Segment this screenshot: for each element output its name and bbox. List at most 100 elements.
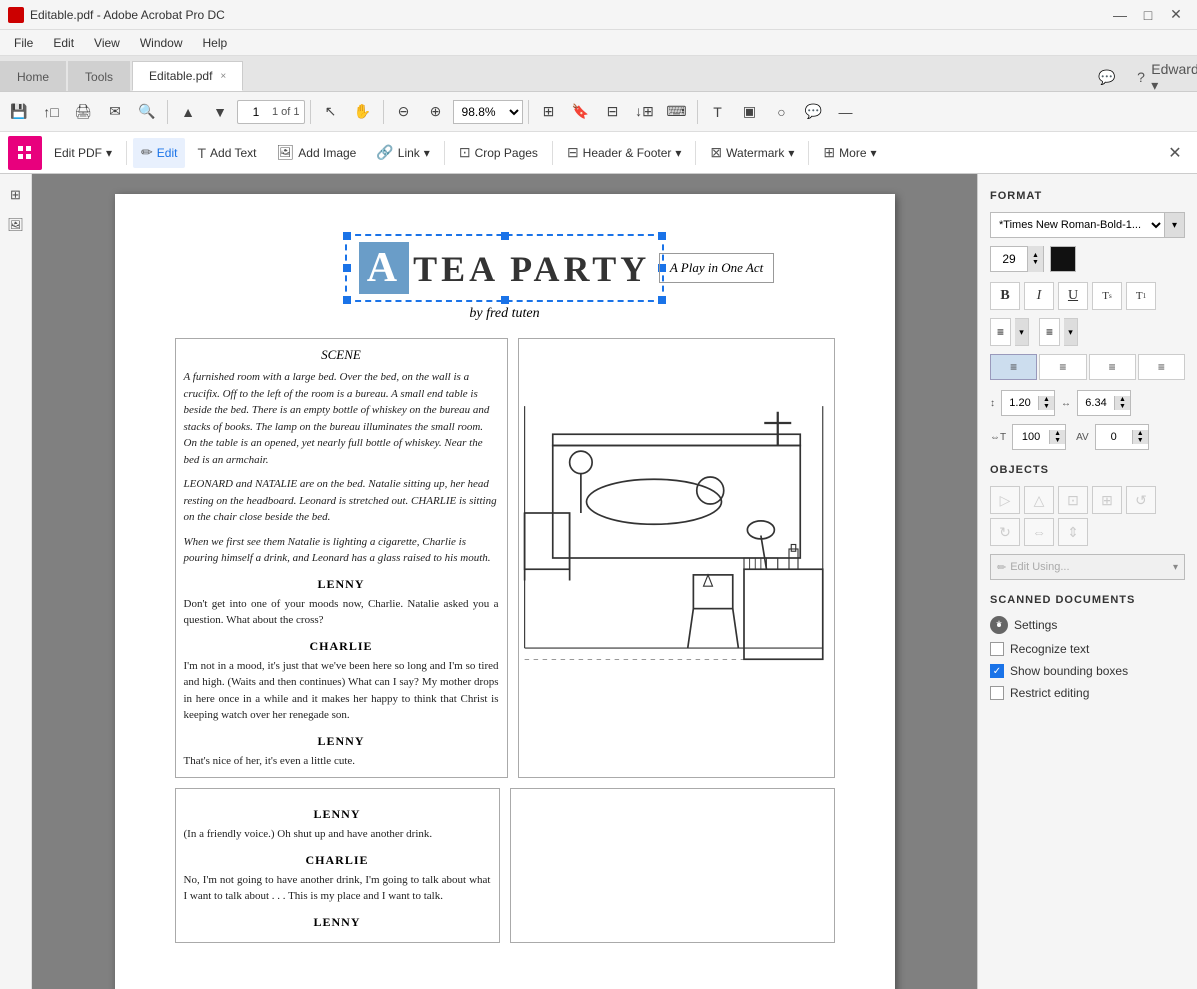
menu-view[interactable]: View bbox=[84, 34, 130, 52]
align-left-button[interactable]: ≡ bbox=[990, 354, 1037, 380]
align-justify-button[interactable]: ≡ bbox=[1138, 354, 1185, 380]
underline-button[interactable]: U bbox=[1058, 282, 1088, 310]
handle-ml[interactable] bbox=[343, 264, 351, 272]
restrict-editing-checkbox[interactable] bbox=[990, 686, 1004, 700]
font-size-field[interactable] bbox=[991, 252, 1027, 266]
edit-pdf-dropdown[interactable]: Edit PDF ▾ bbox=[46, 138, 120, 168]
bold-button[interactable]: B bbox=[990, 282, 1020, 310]
menu-file[interactable]: File bbox=[4, 34, 43, 52]
upload-button[interactable]: ↑□ bbox=[36, 97, 66, 127]
kerning-input[interactable] bbox=[1096, 431, 1132, 443]
pdf-viewer[interactable]: ATEA PARTY A Play in One Act by fred tut… bbox=[32, 174, 977, 989]
color-swatch[interactable] bbox=[1050, 246, 1076, 272]
close-button[interactable]: ✕ bbox=[1163, 4, 1189, 26]
email-button[interactable]: ✉ bbox=[100, 97, 130, 127]
add-text-button[interactable]: T Add Text bbox=[189, 138, 264, 168]
kerning-arrows[interactable]: ▲ ▼ bbox=[1132, 430, 1148, 444]
tab-file[interactable]: Editable.pdf × bbox=[132, 61, 243, 91]
tab-tools[interactable]: Tools bbox=[68, 61, 130, 91]
bullet-list-button[interactable]: ≡ bbox=[990, 318, 1011, 346]
more-button[interactable]: ⊞ More ▾ bbox=[815, 138, 884, 168]
text-tool[interactable]: T bbox=[703, 97, 733, 127]
area-tool[interactable]: ▣ bbox=[735, 97, 765, 127]
edit-panel-toggle[interactable] bbox=[8, 136, 42, 170]
kerning-down[interactable]: ▼ bbox=[1133, 437, 1148, 444]
line-spacing-input[interactable] bbox=[1002, 397, 1038, 409]
numbered-list-button[interactable]: ≡ bbox=[1039, 318, 1060, 346]
handle-tr[interactable] bbox=[658, 232, 666, 240]
prev-page-button[interactable]: ▲ bbox=[173, 97, 203, 127]
panel-toggle-btn[interactable]: ⊞ bbox=[3, 182, 29, 208]
hand-tool[interactable]: ✋ bbox=[348, 97, 378, 127]
search-button[interactable]: 🔍 bbox=[132, 97, 162, 127]
scale-arrows[interactable]: ▲ ▼ bbox=[1049, 430, 1065, 444]
zoom-in-button[interactable]: ⊕ bbox=[421, 97, 451, 127]
char-spacing-arrows[interactable]: ▲ ▼ bbox=[1114, 396, 1130, 410]
select-tool[interactable]: ↖ bbox=[316, 97, 346, 127]
handle-bm[interactable] bbox=[501, 296, 509, 304]
font-size-arrows[interactable]: ▲ ▼ bbox=[1027, 246, 1043, 272]
handle-tm[interactable] bbox=[501, 232, 509, 240]
show-bounding-boxes-checkbox[interactable]: ✓ bbox=[990, 664, 1004, 678]
export-btn[interactable]: ↓⊞ bbox=[630, 97, 660, 127]
thumbnail-btn[interactable]: ⊟ bbox=[598, 97, 628, 127]
line-tool[interactable]: — bbox=[831, 97, 861, 127]
tab-close-icon[interactable]: × bbox=[220, 71, 226, 82]
maximize-button[interactable]: □ bbox=[1135, 4, 1161, 26]
char-spacing-down[interactable]: ▼ bbox=[1115, 403, 1130, 410]
line-spacing-arrows[interactable]: ▲ ▼ bbox=[1038, 396, 1054, 410]
line-spacing-down[interactable]: ▼ bbox=[1039, 403, 1054, 410]
superscript-button[interactable]: Ts bbox=[1092, 282, 1122, 310]
bookmark-btn[interactable]: 🔖 bbox=[566, 97, 596, 127]
fill-sign-btn[interactable]: ⌨ bbox=[662, 97, 692, 127]
settings-row[interactable]: Settings bbox=[990, 616, 1185, 634]
scale-down[interactable]: ▼ bbox=[1050, 437, 1065, 444]
handle-bl[interactable] bbox=[343, 296, 351, 304]
page-number-input[interactable] bbox=[242, 105, 270, 119]
char-spacing-input[interactable] bbox=[1078, 397, 1114, 409]
menu-help[interactable]: Help bbox=[193, 34, 238, 52]
circle-tool[interactable]: ○ bbox=[767, 97, 797, 127]
edit-button[interactable]: ✏ Edit bbox=[133, 138, 185, 168]
handle-br[interactable] bbox=[658, 296, 666, 304]
subscript-button[interactable]: T1 bbox=[1126, 282, 1156, 310]
zoom-selector[interactable]: 98.8% 50% 75% 100% 125% 150% bbox=[453, 100, 523, 124]
numbered-list-arrow[interactable]: ▾ bbox=[1064, 318, 1078, 346]
align-right-button[interactable]: ≡ bbox=[1089, 354, 1136, 380]
crop-pages-button[interactable]: ⊡ Crop Pages bbox=[451, 138, 546, 168]
minimize-button[interactable]: — bbox=[1107, 4, 1133, 26]
italic-button[interactable]: I bbox=[1024, 282, 1054, 310]
kerning-up[interactable]: ▲ bbox=[1133, 430, 1148, 437]
handle-tl[interactable] bbox=[343, 232, 351, 240]
recognize-text-row[interactable]: Recognize text bbox=[990, 642, 1185, 656]
comment-tool[interactable]: 💬 bbox=[799, 97, 829, 127]
close-edit-toolbar[interactable]: ✕ bbox=[1161, 139, 1189, 167]
menu-window[interactable]: Window bbox=[130, 34, 193, 52]
restrict-editing-row[interactable]: Restrict editing bbox=[990, 686, 1185, 700]
link-button[interactable]: 🔗 Link ▾ bbox=[368, 138, 437, 168]
watermark-button[interactable]: ⊠ Watermark ▾ bbox=[702, 138, 802, 168]
panel-image-btn[interactable]: 🖼 bbox=[3, 212, 29, 238]
bullet-list-arrow[interactable]: ▾ bbox=[1015, 318, 1029, 346]
zoom-out-button[interactable]: ⊖ bbox=[389, 97, 419, 127]
line-spacing-up[interactable]: ▲ bbox=[1039, 396, 1054, 403]
tab-home[interactable]: Home bbox=[0, 61, 66, 91]
edit-using-arrow[interactable]: ▾ bbox=[1173, 562, 1178, 573]
menu-edit[interactable]: Edit bbox=[43, 34, 84, 52]
scale-up[interactable]: ▲ bbox=[1050, 430, 1065, 437]
user-account[interactable]: Edward ▾ bbox=[1161, 63, 1189, 91]
font-selector[interactable]: *Times New Roman-Bold-1... bbox=[990, 212, 1165, 238]
fit-page-btn[interactable]: ⊞ bbox=[534, 97, 564, 127]
char-spacing-up[interactable]: ▲ bbox=[1115, 396, 1130, 403]
title-selection[interactable]: ATEA PARTY bbox=[345, 234, 664, 302]
show-bounding-boxes-row[interactable]: ✓ Show bounding boxes bbox=[990, 664, 1185, 678]
next-page-button[interactable]: ▼ bbox=[205, 97, 235, 127]
print-button[interactable]: 🖨 bbox=[68, 97, 98, 127]
save-button[interactable]: 💾 bbox=[4, 97, 34, 127]
scale-input[interactable] bbox=[1013, 431, 1049, 443]
font-select-arrow[interactable]: ▾ bbox=[1165, 212, 1185, 238]
comment-icon[interactable]: 💬 bbox=[1093, 63, 1121, 91]
add-image-button[interactable]: 🖼 Add Image bbox=[269, 138, 365, 168]
recognize-text-checkbox[interactable] bbox=[990, 642, 1004, 656]
header-footer-button[interactable]: ⊟ Header & Footer ▾ bbox=[559, 138, 689, 168]
